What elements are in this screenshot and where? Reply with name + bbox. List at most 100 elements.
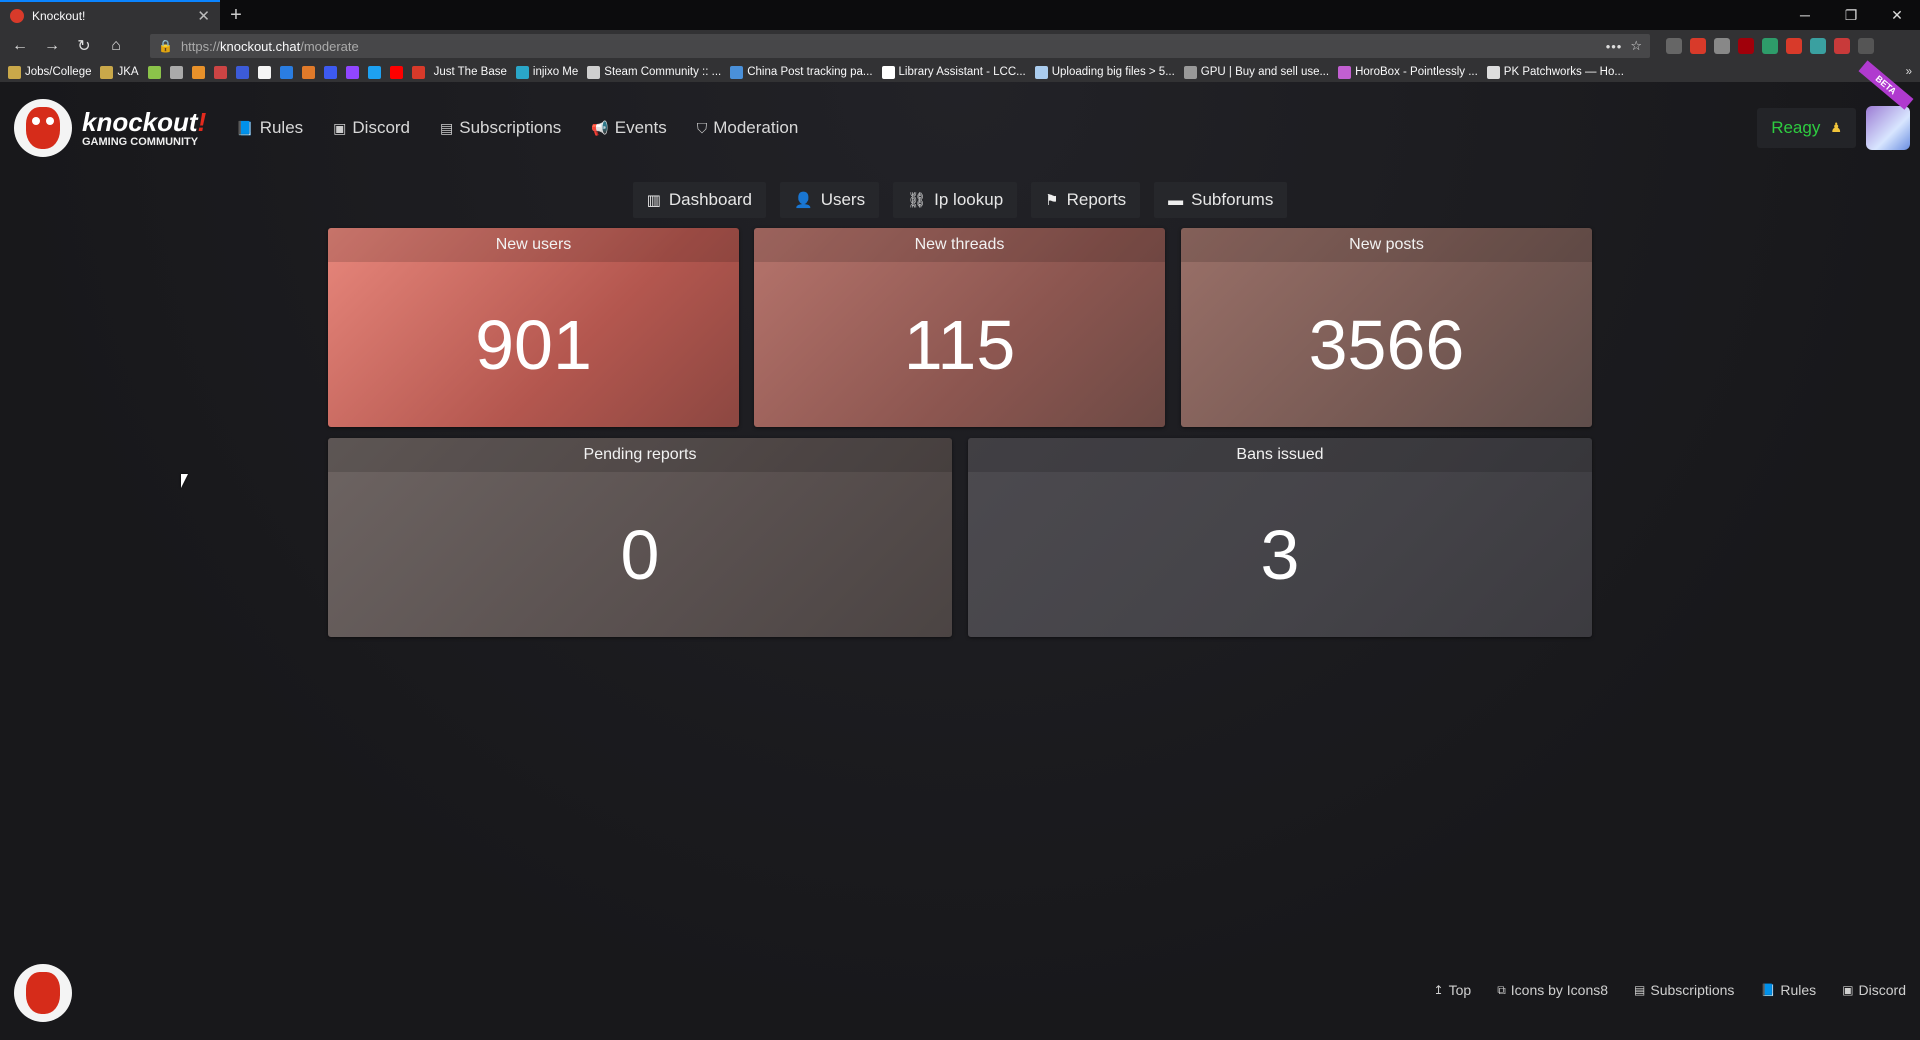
bookmark-favicon-icon: [279, 65, 293, 79]
bookmark-item[interactable]: [169, 65, 183, 79]
new-tab-button[interactable]: +: [220, 0, 252, 30]
bookmark-favicon-icon: [411, 65, 425, 79]
mouse-cursor-icon: [181, 474, 188, 488]
tab-dashboard[interactable]: ▥ Dashboard: [632, 182, 767, 218]
footer-links: ↥ Top ⧉ Icons by Icons8 ▤ Subscriptions 📘 Ru…: [1434, 982, 1906, 998]
bookmark-item[interactable]: [389, 65, 403, 79]
stat-card-new-threads: New threads 115: [754, 228, 1165, 427]
footer-icons8-link[interactable]: ⧉ Icons by Icons8: [1497, 982, 1608, 998]
tab-users[interactable]: 👤 Users: [780, 182, 880, 218]
reload-button[interactable]: ↻: [70, 32, 98, 60]
bookmark-favicon-icon: [1183, 65, 1197, 79]
discord-icon: ▣: [333, 119, 347, 136]
ublock-icon[interactable]: [1738, 38, 1754, 54]
stat-label: New users: [328, 228, 739, 262]
username: Reagy: [1771, 118, 1821, 137]
tab-reports[interactable]: ⚑ Reports: [1031, 182, 1141, 218]
rules-book-icon: 📘: [1760, 983, 1776, 997]
mail-extension-icon[interactable]: [1690, 38, 1706, 54]
tab-subforums[interactable]: ▬ Subforums: [1154, 182, 1288, 218]
sidebar-icon[interactable]: [1666, 38, 1682, 54]
bookmark-favicon-icon: [389, 65, 403, 79]
footer-rules-link[interactable]: 📘 Rules: [1760, 982, 1816, 998]
nav-moderation[interactable]: ⛉ Moderation: [697, 118, 799, 138]
restore-button[interactable]: ❐: [1828, 0, 1874, 30]
stat-label: Pending reports: [328, 438, 952, 472]
footer-top-link[interactable]: ↥ Top: [1434, 982, 1472, 998]
window-close-button[interactable]: ✕: [1874, 0, 1920, 30]
footer-discord-link[interactable]: ▣ Discord: [1842, 982, 1906, 998]
bookmark-item[interactable]: Steam Community :: ...: [587, 65, 721, 79]
extension-toolbar: [1666, 38, 1874, 54]
bookmark-item[interactable]: Library Assistant - LCC...: [881, 65, 1026, 79]
bookmark-item[interactable]: [257, 65, 271, 79]
menu-icon[interactable]: [1858, 38, 1874, 54]
nav-subscriptions[interactable]: ▤ Subscriptions: [440, 118, 561, 138]
nav-events[interactable]: 📢 Events: [591, 118, 666, 138]
bookmark-favicon-icon: [191, 65, 205, 79]
bookmark-item[interactable]: China Post tracking pa...: [730, 65, 873, 79]
nav-discord[interactable]: ▣ Discord: [333, 118, 410, 138]
bookmark-item[interactable]: [213, 65, 227, 79]
lock-extension-icon[interactable]: [1786, 38, 1802, 54]
red-extension-icon[interactable]: [1834, 38, 1850, 54]
lock-icon: 🔒: [158, 39, 173, 53]
bookmark-item[interactable]: Uploading big files > 5...: [1034, 65, 1175, 79]
bookmark-item[interactable]: Jobs/College: [8, 65, 91, 79]
browser-navbar: ← → ↻ ⌂ 🔒 https://knockout.chat/moderate…: [0, 30, 1920, 62]
bookmark-item[interactable]: [191, 65, 205, 79]
bookmark-item[interactable]: [367, 65, 381, 79]
bookmark-item[interactable]: [279, 65, 293, 79]
bookmarks-bar: Jobs/College JKA Just The Base injixo Me Ste…: [0, 62, 1920, 82]
tab-close-icon[interactable]: ✕: [197, 7, 210, 25]
bookmark-star-icon[interactable]: ☆: [1630, 38, 1642, 54]
avatar[interactable]: [1866, 106, 1910, 150]
bookmark-favicon-icon: [345, 65, 359, 79]
music-extension-icon[interactable]: [1810, 38, 1826, 54]
nav-rules[interactable]: 📘 Rules: [236, 118, 303, 138]
stat-value: 3566: [1308, 305, 1465, 384]
bookmark-favicon-icon: [257, 65, 271, 79]
user-menu-button[interactable]: Reagy ♟: [1757, 108, 1856, 148]
back-button[interactable]: ←: [6, 32, 34, 60]
bookmark-favicon-icon: [169, 65, 183, 79]
bookmark-item[interactable]: [235, 65, 249, 79]
forward-button[interactable]: →: [38, 32, 66, 60]
external-link-icon: ⧉: [1497, 982, 1506, 997]
bookmark-item[interactable]: GPU | Buy and sell use...: [1183, 65, 1329, 79]
minimize-button[interactable]: ─: [1782, 0, 1828, 30]
bookmark-item[interactable]: [301, 65, 315, 79]
bookmark-item[interactable]: JKA: [100, 65, 139, 79]
stat-label: Bans issued: [968, 438, 1592, 472]
url-bar[interactable]: 🔒 https://knockout.chat/moderate ••• ☆: [150, 34, 1650, 58]
bookmark-favicon-icon: [323, 65, 337, 79]
stat-value: 0: [620, 515, 660, 594]
bookmark-item[interactable]: injixo Me: [515, 65, 578, 79]
url-text[interactable]: https://knockout.chat/moderate: [181, 39, 359, 54]
bookmark-item[interactable]: [345, 65, 359, 79]
bookmark-item[interactable]: [147, 65, 161, 79]
knockout-logo-icon[interactable]: [14, 99, 72, 157]
bookmarks-overflow-icon[interactable]: »: [1906, 66, 1912, 78]
bookmark-item[interactable]: [323, 65, 337, 79]
glasses-extension-icon[interactable]: [1714, 38, 1730, 54]
browser-tab[interactable]: Knockout! ✕: [0, 0, 220, 30]
site-logo-text[interactable]: knockout! GAMING COMMUNITY: [82, 109, 206, 148]
tab-ip-lookup[interactable]: ⛓ Ip lookup: [893, 182, 1018, 218]
footer-subscriptions-link[interactable]: ▤ Subscriptions: [1634, 982, 1734, 998]
page-actions-icon[interactable]: •••: [1606, 39, 1623, 54]
home-button[interactable]: ⌂: [102, 32, 130, 60]
footer-logo-icon[interactable]: [14, 964, 72, 1022]
stat-value: 3: [1260, 515, 1300, 594]
bookmark-item[interactable]: PK Patchworks — Ho...: [1486, 65, 1624, 79]
bookmark-favicon-icon: [147, 65, 161, 79]
bookmark-item[interactable]: [411, 65, 425, 79]
bookmark-favicon-icon: [1486, 65, 1500, 79]
shield-icon: ⛉: [696, 119, 708, 136]
bookmark-item[interactable]: Just The Base: [434, 66, 507, 78]
s-extension-icon[interactable]: [1762, 38, 1778, 54]
bookmark-item[interactable]: HoroBox - Pointlessly ...: [1338, 65, 1478, 79]
site-header: knockout! GAMING COMMUNITY 📘 Rules ▣ Disco…: [0, 60, 1920, 174]
stat-card-pending-reports[interactable]: Pending reports 0: [328, 438, 952, 637]
tab-title: Knockout!: [32, 9, 86, 23]
